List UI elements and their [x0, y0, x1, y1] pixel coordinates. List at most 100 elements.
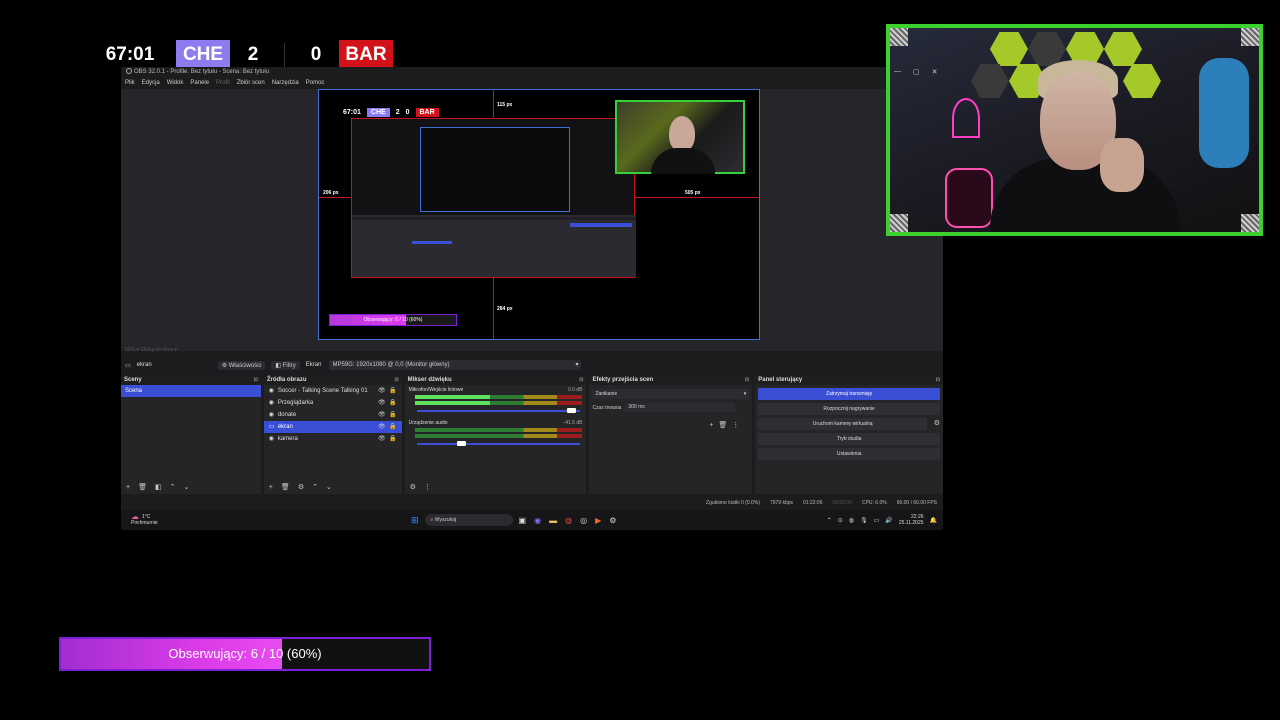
- nested-preview: [420, 127, 570, 212]
- nested-screen-capture[interactable]: [351, 118, 636, 278]
- volume-slider[interactable]: [416, 441, 581, 446]
- scene-filters-button[interactable]: ◧: [155, 482, 162, 494]
- mixer-menu-icon[interactable]: ⋮: [424, 482, 431, 494]
- remove-transition-button[interactable]: 🗑: [718, 422, 732, 429]
- source-properties-bar: ▭ ekran ⚙ Właściwości ◧ Filtry Ekran MP5…: [121, 358, 943, 372]
- clock-date: 25.11.2025: [898, 520, 924, 526]
- virtual-camera-button[interactable]: Uruchom kamerę wirtualną ⚙: [758, 418, 940, 430]
- lock-icon[interactable]: 🔒: [389, 397, 396, 409]
- source-item[interactable]: ▭ ekran 👁 🔒: [263, 421, 402, 433]
- source-properties-gear-icon[interactable]: ⚙: [298, 482, 304, 494]
- virtual-camera-gear-icon[interactable]: ⚙: [934, 418, 940, 430]
- move-up-icon[interactable]: ⌃: [170, 482, 176, 494]
- monitor-select[interactable]: MP59G: 1920x1080 @ 0,0 (Monitor główny): [329, 360, 582, 370]
- mixer-channel: Urządzenie audio -41.5 dB: [405, 418, 587, 451]
- level-meter: [414, 434, 583, 438]
- mixer-settings-gear-icon[interactable]: ⚙: [410, 482, 416, 494]
- weather-widget[interactable]: ☁ 1°C Pochmurnie: [121, 513, 411, 527]
- source-item[interactable]: ◉ Przeglądarka 👁 🔒: [264, 397, 402, 409]
- zoom-row[interactable]: 50% ▾ Skaluj do okna ▾: [121, 345, 943, 355]
- settings-button[interactable]: Ustawienia: [758, 448, 940, 460]
- transitions-title: Efekty przejścia scen: [589, 375, 753, 385]
- away-score: 0: [310, 43, 322, 65]
- studio-mode-button[interactable]: Tryb studia: [758, 433, 940, 445]
- lock-icon[interactable]: 🔒: [389, 433, 396, 445]
- move-down-icon[interactable]: ⌄: [326, 482, 332, 494]
- stop-stream-button[interactable]: Zatrzymaj transmisję: [758, 388, 940, 400]
- preview-follow-bar[interactable]: Obserwujący: 6 / 10 (60%): [329, 314, 457, 326]
- task-view-icon[interactable]: ▣: [519, 516, 527, 525]
- chevron-up-icon[interactable]: ⌃: [827, 517, 832, 524]
- folder-icon[interactable]: ▬: [549, 516, 557, 525]
- clock[interactable]: 22:26 25.11.2025: [899, 514, 924, 526]
- menu-narzedzia[interactable]: Narzędzia: [272, 78, 299, 89]
- app-icon[interactable]: ▶: [595, 516, 601, 525]
- minimize-icon[interactable]: —: [894, 68, 901, 76]
- volume-slider[interactable]: [416, 408, 581, 413]
- source-item[interactable]: ◉ kamera 👁 🔒: [264, 433, 402, 445]
- obs-icon[interactable]: ◎: [580, 516, 587, 525]
- cpu-usage: CPU: 6.0%: [861, 500, 887, 506]
- transition-select[interactable]: Zanikanie: [592, 389, 750, 399]
- eye-icon[interactable]: 👁: [378, 433, 386, 445]
- scenes-title: Sceny: [121, 375, 261, 385]
- tray-icon[interactable]: ◍: [849, 517, 854, 524]
- app-icon[interactable]: ◉: [534, 516, 541, 525]
- source-item[interactable]: ◉ donate 👁 🔒: [264, 409, 402, 421]
- transition-menu-icon[interactable]: ⋮: [732, 422, 744, 429]
- home-score: 2: [247, 43, 259, 65]
- eye-icon[interactable]: 👁: [378, 385, 386, 397]
- remove-source-button[interactable]: 🗑: [281, 482, 290, 494]
- menu-edycja[interactable]: Edycja: [142, 78, 160, 89]
- chrome-icon[interactable]: ◍: [565, 516, 572, 525]
- lock-icon[interactable]: 🔒: [389, 409, 396, 421]
- hex-panel: [1123, 64, 1161, 98]
- move-down-icon[interactable]: ⌄: [183, 482, 189, 494]
- eye-icon[interactable]: 👁: [378, 397, 386, 409]
- remove-scene-button[interactable]: 🗑: [138, 482, 147, 494]
- scene-item[interactable]: Scena: [121, 385, 261, 397]
- taskbar-search[interactable]: ⌕ Wyszukaj: [424, 514, 513, 526]
- maximize-icon[interactable]: ▢: [913, 68, 920, 76]
- preview-canvas[interactable]: 67:01 CHE 2 0 BAR Obserwujący: 6 / 10 (6…: [318, 89, 760, 340]
- source-label: Przeglądarka: [277, 400, 314, 406]
- volume-knob[interactable]: [456, 441, 466, 446]
- webcam-overlay: [886, 24, 1263, 236]
- monitor-icon: ▭: [125, 362, 131, 369]
- volume-knob[interactable]: [566, 408, 576, 413]
- level-meter: [414, 401, 583, 405]
- menu-pomoc[interactable]: Pomoc: [306, 78, 325, 89]
- add-scene-button[interactable]: +: [126, 482, 130, 494]
- microphone-icon[interactable]: 🎙: [860, 517, 868, 524]
- menu-profil[interactable]: Profil: [216, 78, 230, 89]
- tray-icon[interactable]: ⊙: [838, 517, 843, 524]
- settings-gear-icon[interactable]: ⚙: [609, 516, 616, 525]
- duration-input[interactable]: 300 ms: [625, 403, 736, 412]
- level-meter-fill: [414, 401, 491, 405]
- windows-start-icon[interactable]: ⊞: [411, 515, 419, 526]
- start-recording-button[interactable]: Rozpocznij nagrywanie: [758, 403, 940, 415]
- fps: 60.00 / 60.00 FPS: [896, 500, 937, 506]
- volume-icon[interactable]: 🔊: [885, 517, 892, 524]
- lock-icon[interactable]: 🔒: [389, 421, 396, 433]
- source-item[interactable]: ◉ Soccer - Talking Scene Talking 01 👁 🔒: [264, 385, 402, 397]
- preview-area[interactable]: 67:01 CHE 2 0 BAR Obserwujący: 6 / 10 (6…: [121, 89, 943, 351]
- transition-tools: +🗑⋮: [709, 421, 744, 429]
- filters-button[interactable]: ◧ Filtry: [271, 360, 300, 370]
- menu-zbior-scen[interactable]: Zbiór scen: [237, 78, 265, 89]
- add-source-button[interactable]: +: [269, 482, 273, 494]
- menu-panele[interactable]: Panele: [190, 78, 209, 89]
- add-transition-button[interactable]: +: [709, 422, 718, 429]
- menu-widok[interactable]: Widok: [167, 78, 184, 89]
- eye-icon[interactable]: 👁: [378, 409, 386, 421]
- menu-plik[interactable]: Plik: [125, 78, 135, 89]
- source-type-icon: ◉: [268, 388, 274, 394]
- notification-icon[interactable]: 🔔: [930, 517, 937, 524]
- preview-webcam[interactable]: [615, 100, 745, 174]
- properties-button[interactable]: ⚙ Właściwości: [217, 360, 266, 370]
- lock-icon[interactable]: 🔒: [389, 385, 396, 397]
- eye-icon[interactable]: 👁: [378, 421, 386, 433]
- close-icon[interactable]: ✕: [932, 68, 938, 76]
- display-icon[interactable]: ▭: [874, 517, 880, 524]
- move-up-icon[interactable]: ⌃: [312, 482, 318, 494]
